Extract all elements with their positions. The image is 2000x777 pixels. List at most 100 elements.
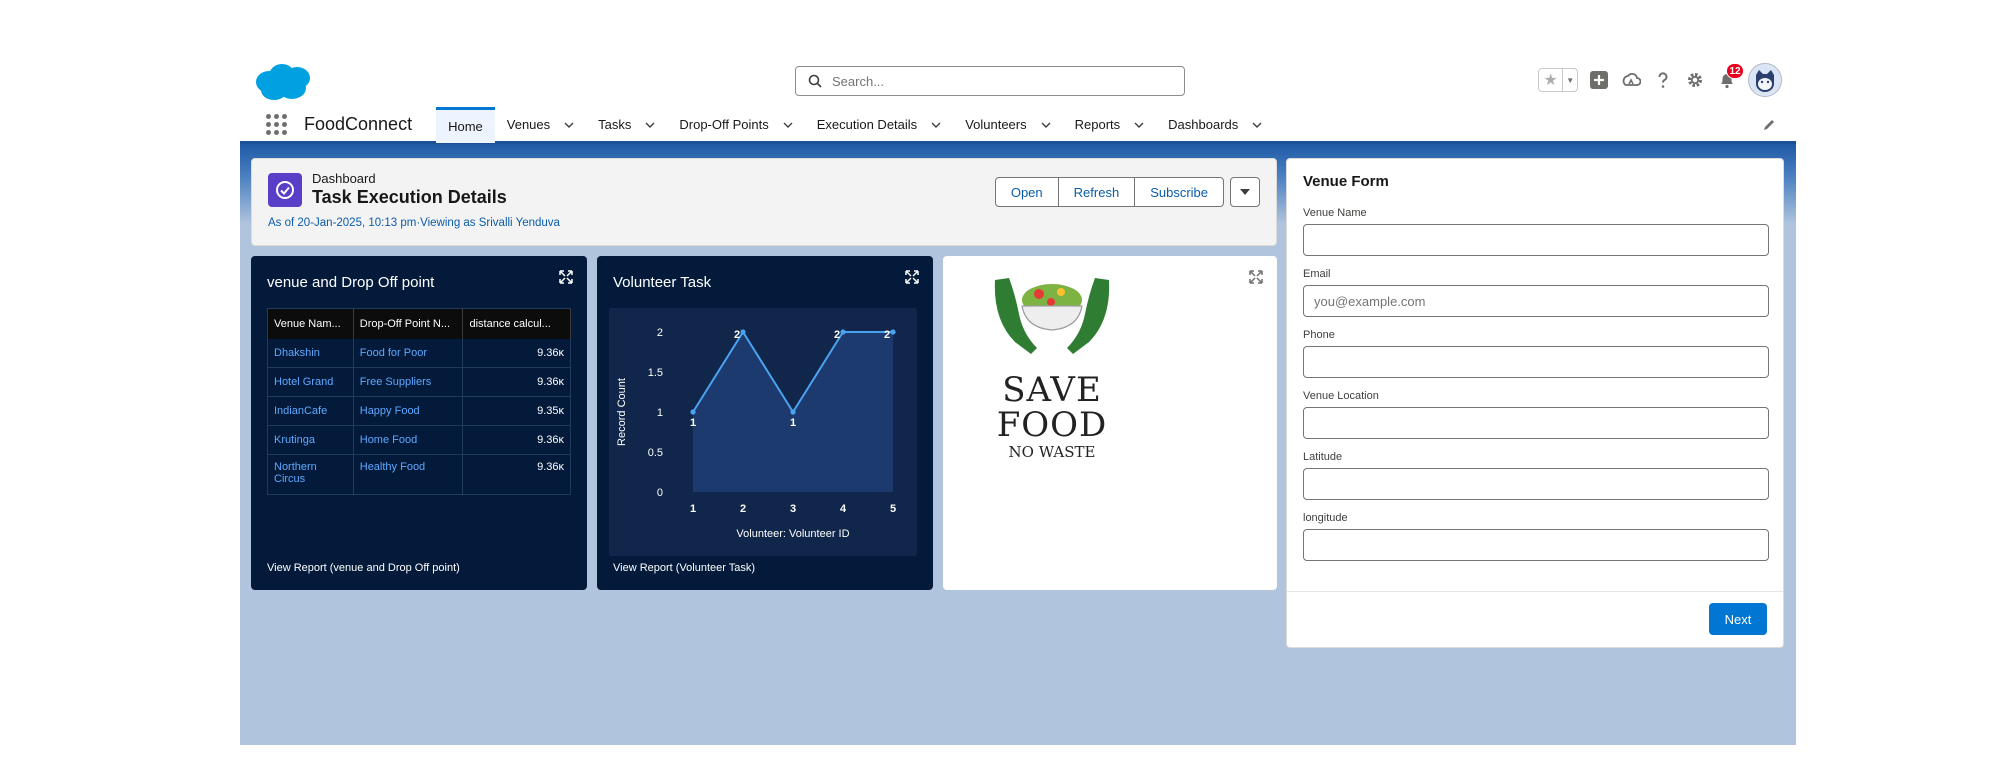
table-row: Krutinga Home Food 9.36ᴋ	[267, 425, 571, 455]
view-report-link[interactable]: View Report (venue and Drop Off point)	[267, 562, 460, 574]
venue-name-cell[interactable]: Northern Circus	[267, 454, 354, 495]
subscribe-button[interactable]: Subscribe	[1134, 177, 1224, 207]
more-actions-button[interactable]	[1230, 177, 1260, 207]
notifications-bell-icon[interactable]: 12	[1716, 63, 1744, 91]
global-header: ★ ▼ 12	[240, 52, 1796, 108]
nav-tab-home[interactable]: Home	[436, 106, 495, 143]
favorites-control[interactable]: ★ ▼	[1538, 68, 1578, 92]
dropoff-point-cell[interactable]: Healthy Food	[353, 454, 464, 495]
email-input[interactable]	[1303, 285, 1769, 317]
nav-tab-label: Volunteers	[965, 117, 1027, 132]
longitude-input[interactable]	[1303, 529, 1769, 561]
header-icons: ★ ▼ 12	[1538, 62, 1782, 98]
distance-cell: 9.36ᴋ	[462, 367, 571, 397]
view-report-link[interactable]: View Report (Volunteer Task)	[613, 562, 755, 574]
venue-name-cell[interactable]: IndianCafe	[267, 396, 354, 426]
chevron-down-icon[interactable]	[783, 120, 793, 130]
chevron-down-icon[interactable]	[1041, 120, 1051, 130]
volunteer-task-chart: 1 2 1 2 2 0 0.5 1 1.5 2 1 2 3 4 5 Volunteer: Volunteer …	[616, 327, 896, 540]
dashboard-kicker: Dashboard	[312, 171, 376, 186]
nav-tab-drop-off-points[interactable]: Drop-Off Points	[667, 107, 804, 143]
venue-location-input[interactable]	[1303, 407, 1769, 439]
chevron-down-icon[interactable]	[931, 120, 941, 130]
nav-tab-dashboards[interactable]: Dashboards	[1156, 107, 1274, 143]
x-tick-label: 1	[690, 503, 696, 515]
logo-food-text: FOOD	[996, 405, 1108, 445]
dashboard-header: Dashboard Task Execution Details As of 2…	[251, 158, 1277, 246]
chevron-down-icon	[1240, 189, 1250, 195]
x-tick-label: 5	[890, 503, 896, 515]
nav-tab-label: Drop-Off Points	[679, 117, 769, 132]
nav-tab-label: Tasks	[598, 117, 632, 132]
salesforce-cloud-logo[interactable]	[254, 62, 312, 102]
phone-input[interactable]	[1303, 346, 1769, 378]
table-column-header[interactable]: Drop-Off Point N...	[353, 308, 464, 339]
add-icon[interactable]	[1588, 69, 1610, 91]
chart-point	[690, 409, 696, 415]
chevron-down-icon[interactable]	[1252, 120, 1262, 130]
table-column-header[interactable]: Venue Nam...	[267, 308, 354, 339]
expand-icon[interactable]	[559, 270, 573, 284]
chevron-down-icon[interactable]	[1134, 120, 1144, 130]
edit-nav-pencil-icon[interactable]	[1762, 118, 1776, 132]
search-input[interactable]	[832, 73, 1162, 89]
venue-location-field: Venue Location	[1303, 390, 1769, 439]
distance-cell: 9.36ᴋ	[462, 338, 571, 368]
trailhead-icon[interactable]	[1620, 69, 1642, 91]
salesforce-app: ★ ▼ 12	[240, 52, 1796, 745]
favorites-dropdown-icon[interactable]: ▼	[1562, 69, 1577, 91]
distance-cell: 9.36ᴋ	[462, 425, 571, 455]
table-row: Hotel Grand Free Suppliers 9.36ᴋ	[267, 367, 571, 397]
help-icon[interactable]	[1652, 69, 1674, 91]
app-nav-bar: FoodConnect Home Venues Tasks Drop-Off Poin…	[240, 106, 1796, 144]
favorites-star-icon[interactable]: ★	[1539, 70, 1562, 90]
chevron-down-icon[interactable]	[645, 120, 655, 130]
email-field: Email	[1303, 268, 1769, 317]
chart-point	[840, 329, 846, 335]
user-avatar[interactable]	[1748, 63, 1782, 97]
app-launcher-icon[interactable]	[266, 113, 288, 136]
nav-tab-label: Venues	[506, 117, 551, 132]
open-button[interactable]: Open	[994, 177, 1059, 207]
nav-tab-tasks[interactable]: Tasks	[586, 107, 667, 143]
next-button[interactable]: Next	[1709, 603, 1767, 635]
venue-name-cell[interactable]: Dhakshin	[267, 338, 354, 368]
venue-name-input[interactable]	[1303, 224, 1769, 256]
nav-tab-volunteers[interactable]: Volunteers	[953, 107, 1062, 143]
latitude-input[interactable]	[1303, 468, 1769, 500]
dropoff-point-cell[interactable]: Food for Poor	[353, 338, 464, 368]
save-food-image-widget: SAVE FOOD NO WASTE	[943, 256, 1277, 590]
venue-form-card: Venue Form Venue Name Email Phone Venue Loc…	[1286, 158, 1784, 648]
nav-tab-reports[interactable]: Reports	[1063, 107, 1157, 143]
venue-name-cell[interactable]: Krutinga	[267, 425, 354, 455]
nav-tab-venues[interactable]: Venues	[495, 107, 586, 143]
dashboard-as-of-text: As of 20-Jan-2025, 10:13 pm·Viewing as S…	[268, 217, 560, 229]
dropoff-point-cell[interactable]: Home Food	[353, 425, 464, 455]
venue-name-field: Venue Name	[1303, 207, 1769, 256]
nav-tab-label: Execution Details	[816, 117, 918, 132]
chart-data-label: 1	[690, 417, 696, 429]
nav-tab-execution-details[interactable]: Execution Details	[805, 107, 953, 143]
refresh-button[interactable]: Refresh	[1057, 177, 1136, 207]
chevron-down-icon[interactable]	[564, 120, 574, 130]
dropoff-point-cell[interactable]: Happy Food	[353, 396, 464, 426]
form-footer-divider	[1287, 591, 1783, 592]
volunteer-task-widget: Volunteer Task 1 2 1 2 2 0 0.5 1 1.5 2 1 2 3 4 5 Volunt…	[597, 256, 933, 590]
expand-icon[interactable]	[1249, 270, 1263, 284]
venue-name-cell[interactable]: Hotel Grand	[267, 367, 354, 397]
distance-cell: 9.36ᴋ	[462, 454, 571, 495]
widget-title: venue and Drop Off point	[267, 274, 435, 291]
y-tick-label: 0	[657, 487, 663, 499]
chart-point	[790, 409, 796, 415]
nav-tab-label: Reports	[1074, 117, 1121, 132]
y-tick-label: 2	[657, 327, 663, 339]
setup-gear-icon[interactable]	[1684, 69, 1706, 91]
distance-cell: 9.35ᴋ	[462, 396, 571, 426]
latitude-field: Latitude	[1303, 451, 1769, 500]
global-search[interactable]	[795, 66, 1185, 96]
dashboard-title: Task Execution Details	[312, 187, 507, 207]
dropoff-point-cell[interactable]: Free Suppliers	[353, 367, 464, 397]
nav-tabs: Home Venues Tasks Drop-Off Points Execution …	[436, 106, 1274, 143]
phone-label: Phone	[1303, 329, 1335, 341]
table-column-header[interactable]: distance calcul...	[462, 308, 571, 339]
